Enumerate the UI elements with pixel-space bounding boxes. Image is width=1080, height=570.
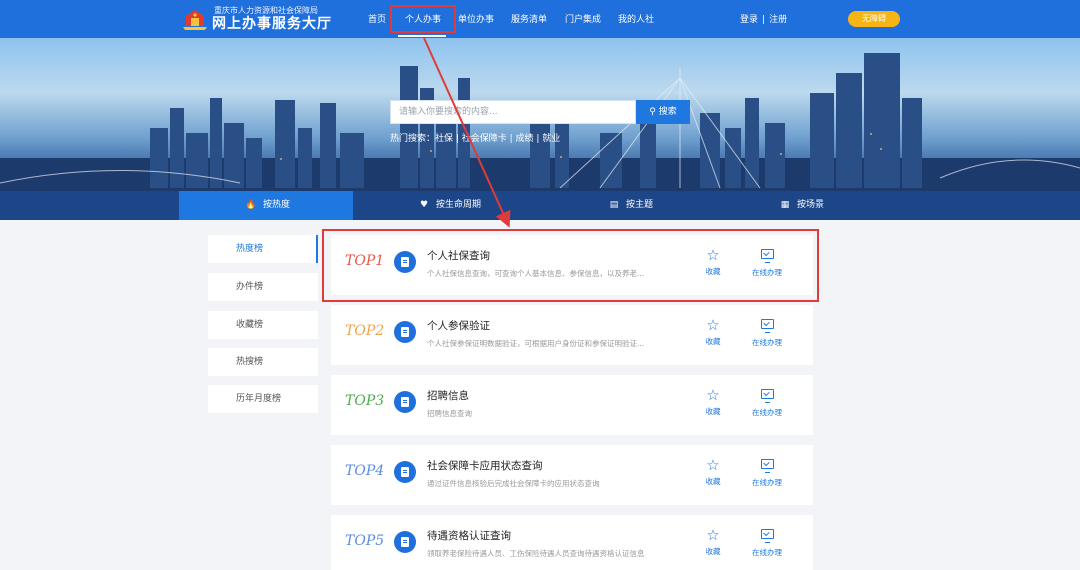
category-tabs: 🔥 按热度 ♥ 按生命周期 ▤ 按主题 ▦ 按场景 (0, 191, 1080, 220)
side-item-monthly[interactable]: 历年月度榜 (208, 385, 318, 413)
nav-active-indicator (398, 35, 446, 37)
online-handle-button[interactable]: 在线办理 (747, 527, 787, 558)
search-icon: ⚲ (649, 107, 656, 117)
favorite-button[interactable]: ☆ 收藏 (701, 387, 725, 417)
service-name[interactable]: 社会保障卡应用状态查询 (427, 458, 543, 473)
heart-icon: ♥ (419, 200, 429, 210)
auth-links: 登录 | 注册 (740, 12, 787, 25)
rank-label: TOP3 (345, 393, 385, 409)
favorite-button[interactable]: ☆ 收藏 (701, 527, 725, 557)
online-handle-button[interactable]: 在线办理 (747, 387, 787, 418)
side-item-heat[interactable]: 热度榜 (208, 235, 318, 263)
nav-unit[interactable]: 单位办事 (458, 12, 494, 25)
service-description: 领取养老保险待遇人员、工伤保险待遇人员查询待遇资格认证信息 (427, 549, 645, 558)
auth-separator: | (762, 15, 766, 25)
service-name[interactable]: 个人参保验证 (427, 318, 490, 333)
star-icon: ☆ (706, 316, 720, 334)
online-handle-button[interactable]: 在线办理 (747, 457, 787, 488)
service-card[interactable]: TOP4 社会保障卡应用状态查询 通过证件信息核验后完成社会保障卡的应用状态查询… (331, 445, 813, 505)
org-name: 重庆市人力资源和社会保障局 (214, 6, 318, 15)
rank-label: TOP4 (345, 463, 385, 479)
service-card[interactable]: TOP5 待遇资格认证查询 领取养老保险待遇人员、工伤保险待遇人员查询待遇资格认… (331, 515, 813, 570)
online-handle-button[interactable]: 在线办理 (747, 317, 787, 348)
nav-highlight-box (390, 5, 456, 33)
nav-portal[interactable]: 门户集成 (565, 12, 601, 25)
tab-label: 按热度 (263, 200, 291, 210)
service-description: 个人社保参保证明数据验证，可根据用户身份证和参保证明验证... (427, 339, 645, 348)
search-button-label: 搜索 (658, 107, 677, 117)
top-header: 重庆市人力资源和社会保障局 网上办事服务大厅 首页 个人办事 单位办事 服务清单… (0, 0, 1080, 38)
service-card[interactable]: TOP2 个人参保验证 个人社保参保证明数据验证，可根据用户身份证和参保证明验证… (331, 305, 813, 365)
page: 重庆市人力资源和社会保障局 网上办事服务大厅 首页 个人办事 单位办事 服务清单… (0, 0, 1080, 570)
service-name[interactable]: 招聘信息 (427, 388, 469, 403)
star-icon: ☆ (706, 526, 720, 544)
service-name[interactable]: 待遇资格认证查询 (427, 528, 511, 543)
favorite-label: 收藏 (705, 477, 721, 486)
favorite-button[interactable]: ☆ 收藏 (701, 457, 725, 487)
star-icon: ☆ (706, 456, 720, 474)
search-button[interactable]: ⚲ 搜索 (636, 100, 690, 124)
tab-by-life-cycle[interactable]: ♥ 按生命周期 (418, 191, 481, 220)
register-link[interactable]: 注册 (769, 15, 787, 25)
favorite-label: 收藏 (705, 547, 721, 556)
rank-label: TOP2 (345, 323, 385, 339)
favorite-button[interactable]: ☆ 收藏 (701, 317, 725, 347)
tab-label: 按场景 (797, 200, 825, 210)
favorite-label: 收藏 (705, 337, 721, 346)
site-title: 网上办事服务大厅 (212, 16, 332, 32)
nav-home[interactable]: 首页 (368, 12, 386, 25)
monitor-icon (760, 459, 774, 473)
rank-label: TOP5 (345, 533, 385, 549)
emblem-icon (183, 10, 207, 30)
accessibility-button[interactable]: 无障碍 (848, 11, 900, 27)
side-item-cases[interactable]: 办件榜 (208, 273, 318, 301)
top1-highlight-box (322, 229, 819, 302)
service-description: 通过证件信息核验后完成社会保障卡的应用状态查询 (427, 479, 600, 488)
favorite-label: 收藏 (705, 407, 721, 416)
document-icon (394, 531, 416, 553)
grid-icon: ▦ (780, 200, 790, 210)
nav-my[interactable]: 我的人社 (618, 12, 654, 25)
tab-by-scene[interactable]: ▦ 按场景 (779, 191, 824, 220)
flame-icon: 🔥 (245, 200, 257, 210)
tab-by-theme[interactable]: ▤ 按主题 (608, 191, 653, 220)
login-link[interactable]: 登录 (740, 15, 758, 25)
search-input[interactable]: 请输入你要搜索的内容... (390, 100, 636, 124)
tab-label: 按主题 (626, 200, 654, 210)
document-icon (394, 461, 416, 483)
monitor-icon (760, 319, 774, 333)
tab-label: 按生命周期 (436, 200, 482, 210)
service-card[interactable]: TOP3 招聘信息 招聘信息查询 ☆ 收藏 在线办理 (331, 375, 813, 435)
nav-service-list[interactable]: 服务清单 (511, 12, 547, 25)
site-logo[interactable]: 重庆市人力资源和社会保障局 网上办事服务大厅 (181, 6, 331, 34)
document-icon (394, 391, 416, 413)
online-handle-label: 在线办理 (752, 548, 782, 557)
side-item-hot-search[interactable]: 热搜榜 (208, 348, 318, 376)
online-handle-label: 在线办理 (752, 338, 782, 347)
monitor-icon (760, 529, 774, 543)
service-description: 招聘信息查询 (427, 409, 472, 418)
online-handle-label: 在线办理 (752, 478, 782, 487)
document-icon (394, 321, 416, 343)
book-icon: ▤ (609, 200, 619, 210)
star-icon: ☆ (706, 386, 720, 404)
hot-search-keywords[interactable]: 热门搜索：社保 | 社会保障卡 | 成绩 | 就业 (390, 131, 560, 144)
tab-by-popularity[interactable]: 🔥 按热度 (179, 191, 353, 220)
online-handle-label: 在线办理 (752, 408, 782, 417)
side-item-favorites[interactable]: 收藏榜 (208, 311, 318, 339)
monitor-icon (760, 389, 774, 403)
